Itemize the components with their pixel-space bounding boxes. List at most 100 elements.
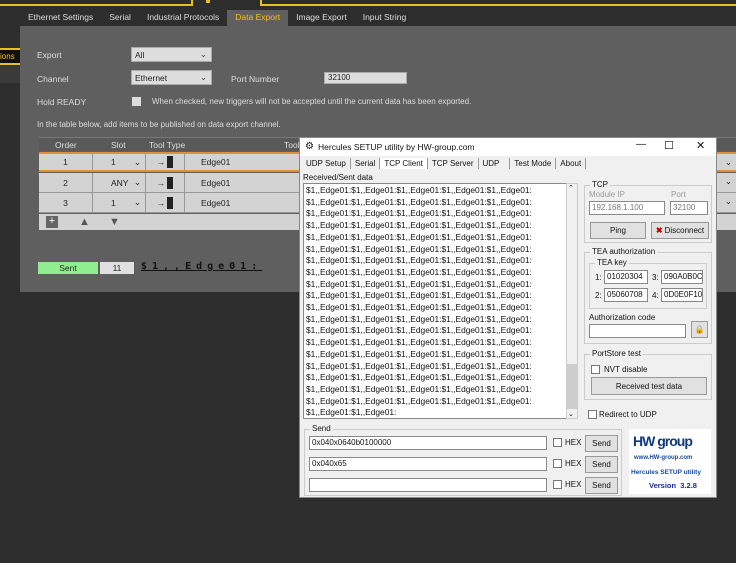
side-nav-item[interactable]: ions — [0, 48, 20, 65]
send-input-2[interactable]: 0x040x65 — [309, 457, 547, 471]
k2-label: 2: — [595, 291, 602, 300]
slot-select[interactable]: 1 ⌄ — [93, 154, 146, 170]
tcp-group: TCP Module IP 192.168.1.100 Port 32100 P… — [584, 180, 712, 243]
export-value: All — [135, 50, 145, 60]
send-button-3[interactable]: Send — [585, 477, 618, 494]
tea-key-3[interactable]: 090A0B0C — [661, 270, 703, 284]
col-tool: Tool — [284, 140, 300, 150]
nvt-disable-checkbox[interactable] — [591, 365, 600, 374]
received-label: Received/Sent data — [303, 173, 373, 182]
header-accent-line-2 — [260, 4, 736, 6]
order-cell: 3 — [39, 193, 93, 212]
edge-tool-icon: → — [146, 173, 185, 192]
tea-key-1[interactable]: 01020304 — [604, 270, 648, 284]
tab-tcp-client[interactable]: TCP Client — [380, 158, 428, 169]
tab-input-string[interactable]: Input String — [355, 10, 414, 26]
port-number-label: Port Number — [231, 74, 280, 84]
hold-ready-checkbox[interactable] — [132, 97, 141, 106]
edge-tool-icon: → — [146, 154, 185, 170]
slot-select[interactable]: ANY ⌄ — [93, 173, 146, 192]
chevron-down-icon: ⌄ — [199, 72, 207, 82]
close-icon[interactable]: ✕ — [696, 139, 705, 152]
port-label: Port — [671, 190, 686, 199]
tab-image-export[interactable]: Image Export — [288, 10, 355, 26]
redirect-udp-label: Redirect to UDP — [599, 410, 657, 419]
tab-ethernet-settings[interactable]: Ethernet Settings — [20, 10, 101, 26]
header-accent-marker — [206, 0, 210, 3]
add-row-icon[interactable]: + — [46, 216, 58, 228]
sent-count: 11 — [100, 262, 134, 274]
tcp-group-label: TCP — [590, 180, 610, 189]
logo-url: www.HW-group.com — [634, 455, 693, 461]
send-group: Send 0x040x0640b0100000 HEX Send 0x040x6… — [304, 424, 622, 496]
tab-data-export[interactable]: Data Export — [227, 10, 289, 26]
export-select[interactable]: All ⌄ — [131, 47, 212, 62]
send-input-3[interactable] — [309, 478, 547, 492]
tea-key-4[interactable]: 0D0E0F10 — [661, 288, 703, 302]
channel-select[interactable]: Ethernet ⌄ — [131, 70, 212, 85]
k3-label: 3: — [652, 273, 659, 282]
logo-version: Version 3.2.8 — [649, 481, 697, 490]
header-accent-divider — [191, 0, 193, 6]
x-icon: ✖ — [655, 226, 663, 235]
tab-serial[interactable]: Serial — [101, 10, 139, 26]
scroll-down-icon[interactable]: ⌄ — [568, 410, 574, 418]
hercules-tabs: UDP Setup Serial TCP Client TCP Server U… — [302, 158, 587, 169]
hex-checkbox-2[interactable] — [553, 459, 562, 468]
maximize-icon[interactable]: ☐ — [664, 139, 674, 152]
logo-brand: HW group — [633, 433, 693, 449]
tab-udp-setup[interactable]: UDP Setup — [302, 158, 351, 169]
lock-icon[interactable]: 🔒 — [691, 321, 708, 338]
chevron-down-icon[interactable]: ⌄ — [725, 157, 732, 168]
k1-label: 1: — [595, 273, 602, 282]
move-up-icon[interactable]: ▲ — [79, 216, 90, 228]
hex-label: HEX — [565, 459, 582, 468]
received-data-textarea[interactable]: $1,,Edge01:$1,,Edge01:$1,,Edge01:$1,,Edg… — [303, 183, 578, 419]
chevron-down-icon[interactable]: ⌄ — [725, 176, 732, 187]
hex-checkbox-1[interactable] — [553, 438, 562, 447]
window-title: Hercules SETUP utility by HW-group.com — [318, 142, 475, 152]
tab-udp[interactable]: UDP — [479, 158, 511, 169]
hold-ready-description: When checked, new triggers will not be a… — [152, 97, 472, 106]
port-number-input[interactable]: 32100 — [324, 72, 407, 84]
slot-value: ANY — [111, 177, 129, 188]
tea-key-group: TEA key 1: 01020304 3: 090A0B0C 2: 05060… — [589, 258, 707, 309]
k4-label: 4: — [652, 291, 659, 300]
tab-tcp-server[interactable]: TCP Server — [428, 158, 479, 169]
tea-key-2[interactable]: 05060708 — [604, 288, 648, 302]
tab-about[interactable]: About — [556, 158, 587, 169]
sent-status-badge: Sent — [38, 262, 98, 274]
chevron-down-icon[interactable]: ⌄ — [725, 196, 732, 207]
slot-value: 1 — [111, 157, 116, 167]
slot-select[interactable]: 1 ⌄ — [93, 193, 146, 212]
received-test-data-button[interactable]: Received test data — [591, 377, 707, 395]
disconnect-button[interactable]: ✖ Disconnect — [651, 222, 709, 239]
sent-data: $1,,Edge01: — [141, 261, 263, 272]
tab-serial[interactable]: Serial — [351, 158, 381, 169]
received-scrollbar[interactable]: ⌃ ⌄ — [566, 183, 578, 419]
authorization-code-input[interactable] — [589, 324, 686, 338]
send-button-1[interactable]: Send — [585, 435, 618, 452]
col-order: Order — [55, 140, 77, 150]
minimize-icon[interactable]: — — [636, 139, 646, 150]
nvt-disable-label: NVT disable — [604, 365, 648, 374]
hex-checkbox-3[interactable] — [553, 480, 562, 489]
scroll-up-icon[interactable]: ⌃ — [568, 184, 574, 192]
tab-test-mode[interactable]: Test Mode — [510, 158, 557, 169]
tab-industrial-protocols[interactable]: Industrial Protocols — [139, 10, 227, 26]
scroll-thumb[interactable] — [567, 364, 577, 409]
send-input-1[interactable]: 0x040x0640b0100000 — [309, 436, 547, 450]
title-bar: ⚙ Hercules SETUP utility by HW-group.com… — [300, 138, 716, 156]
side-nav-item-2[interactable] — [0, 66, 20, 83]
ping-button[interactable]: Ping — [590, 222, 646, 239]
redirect-udp-checkbox[interactable] — [588, 410, 597, 419]
slot-value: 1 — [111, 197, 116, 208]
logo-product: Hercules SETUP utility — [631, 469, 701, 476]
chevron-down-icon: ⌄ — [199, 49, 207, 59]
port-input[interactable]: 32100 — [670, 201, 708, 215]
module-ip-input[interactable]: 192.168.1.100 — [589, 201, 665, 215]
send-label: Send — [310, 424, 333, 433]
channel-label: Channel — [37, 74, 69, 84]
move-down-icon[interactable]: ▼ — [109, 216, 120, 228]
send-button-2[interactable]: Send — [585, 456, 618, 473]
